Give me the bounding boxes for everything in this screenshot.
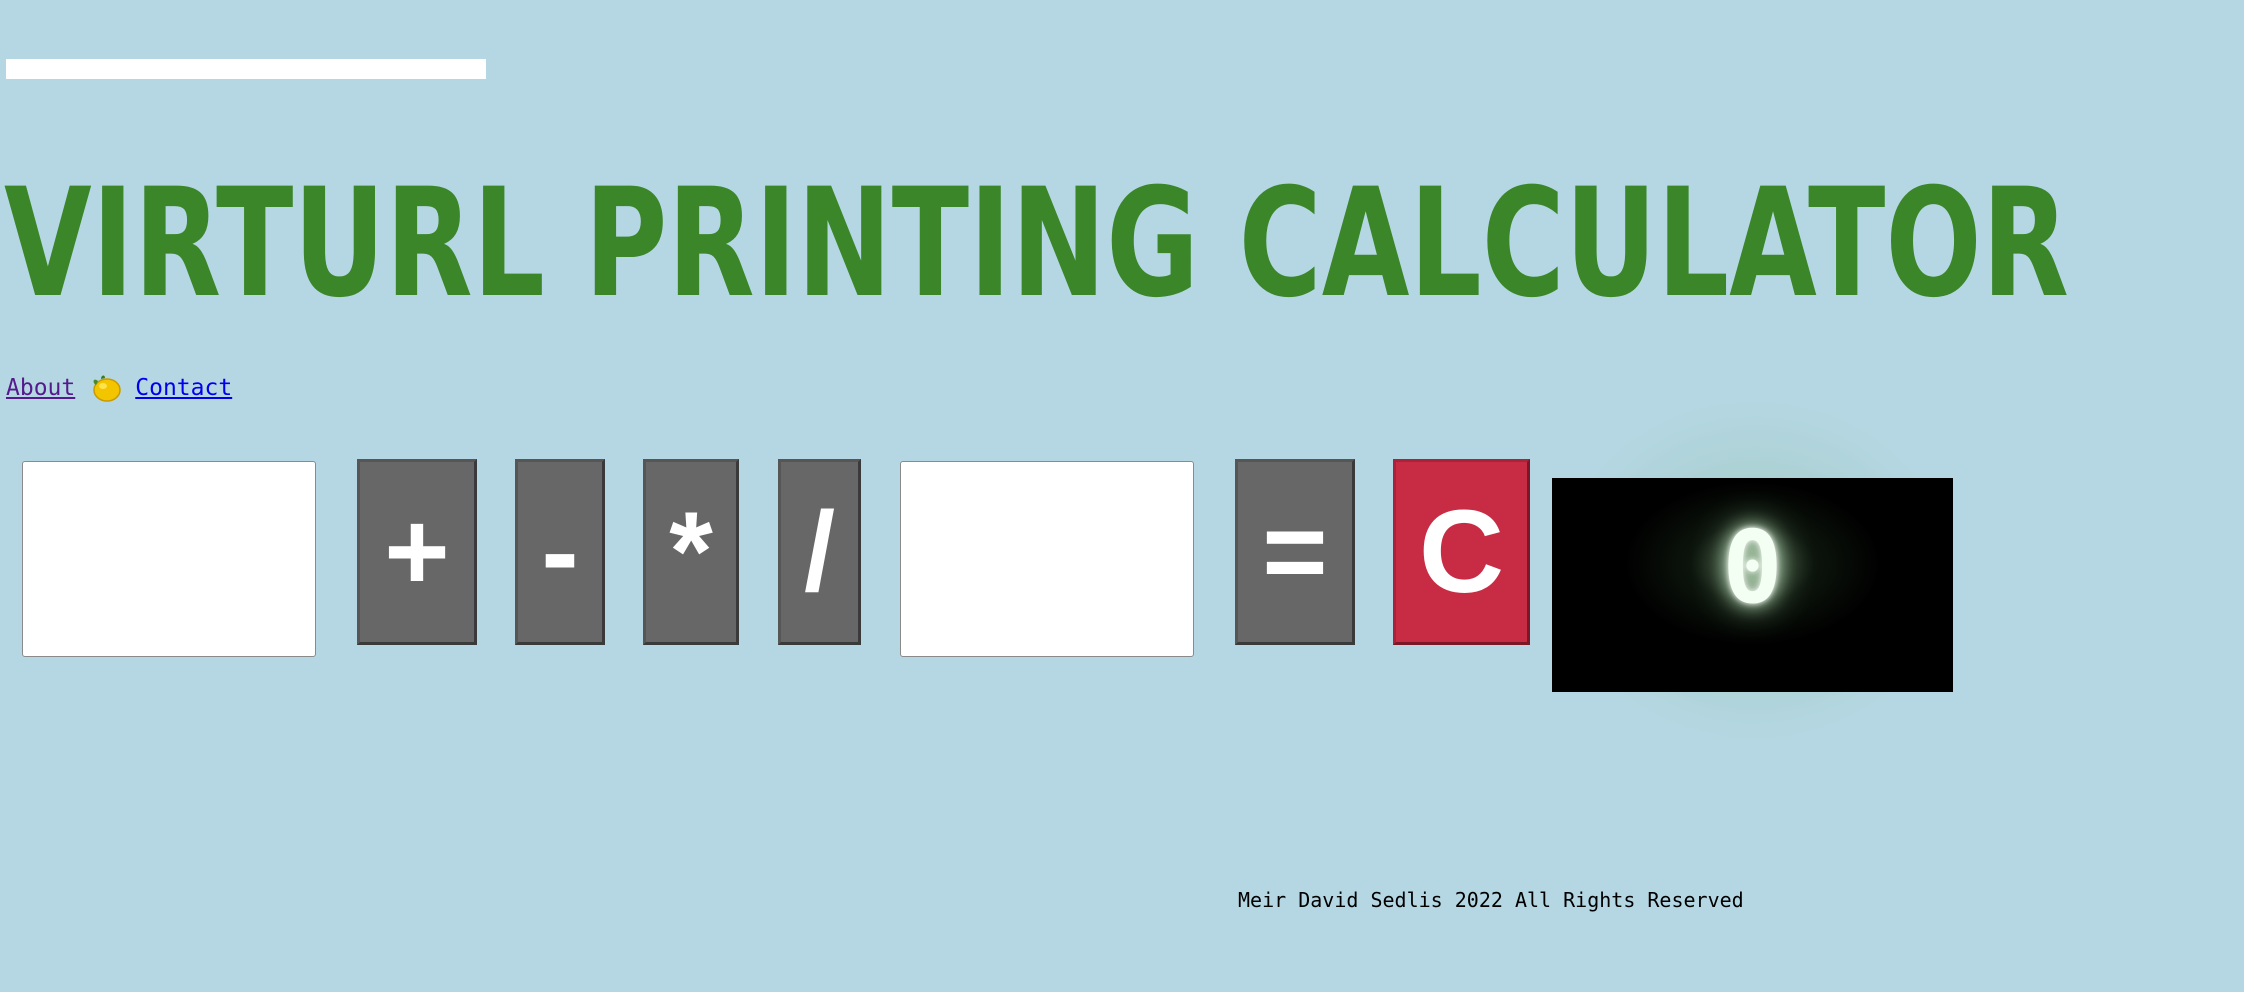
clear-button[interactable]: C (1393, 459, 1530, 645)
equals-button[interactable]: = (1235, 459, 1355, 645)
first-number-input[interactable] (22, 461, 316, 657)
top-white-bar (6, 59, 486, 79)
plus-button[interactable]: + (357, 459, 477, 645)
result-display: 0 (1552, 478, 1953, 692)
result-value: 0 (1722, 509, 1783, 626)
page-title: VIRTURL PRINTING CALCULATOR (4, 160, 2069, 310)
divide-button[interactable]: / (778, 459, 861, 645)
minus-button[interactable]: - (515, 459, 605, 645)
lemon-icon (89, 371, 123, 405)
nav-links: About Contact (6, 370, 232, 406)
page-title-text: VIRTURL PRINTING CALCULATOR (4, 160, 2069, 310)
second-number-input[interactable] (900, 461, 1194, 657)
footer-copyright: Meir David Sedlis 2022 All Rights Reserv… (1238, 888, 1744, 912)
contact-link[interactable]: Contact (135, 375, 232, 401)
about-link[interactable]: About (6, 375, 75, 401)
multiply-button[interactable]: * (643, 459, 739, 645)
